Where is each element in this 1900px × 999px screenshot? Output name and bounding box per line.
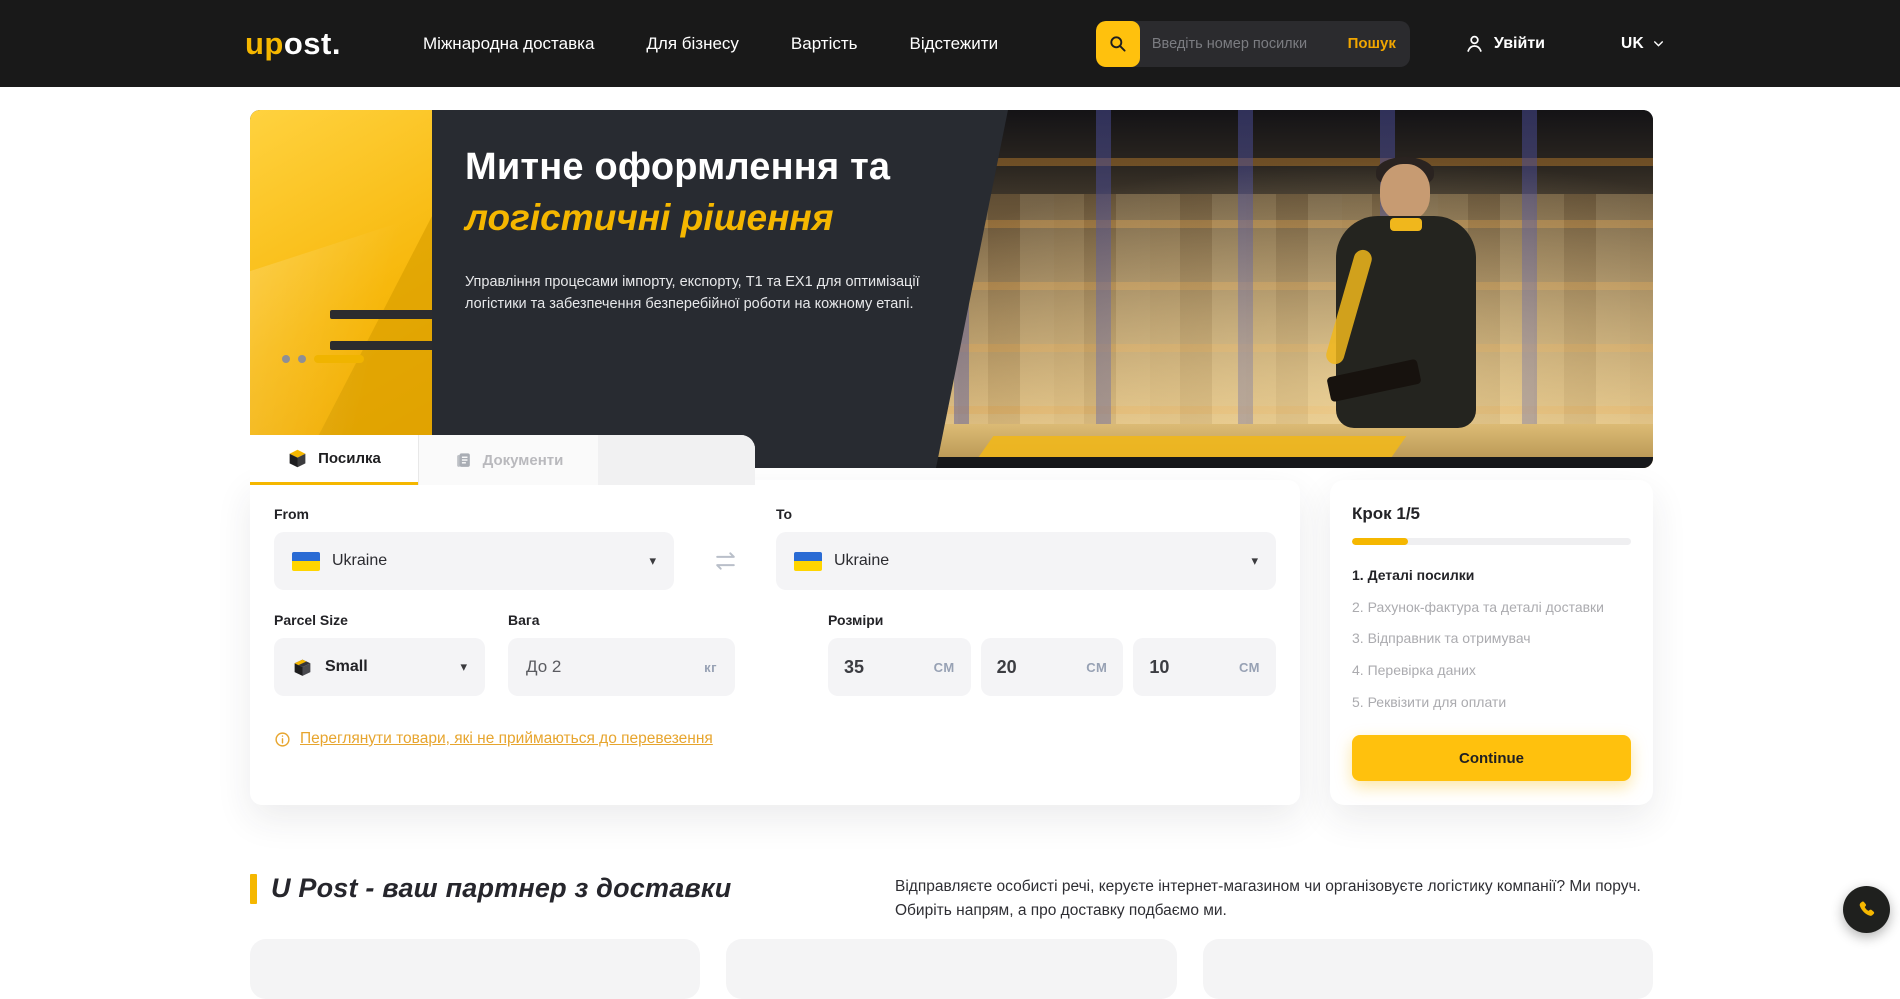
- restricted-items-link-row: Переглянути товари, які не приймаються д…: [274, 730, 713, 748]
- warehouse-worker-figure: [1310, 162, 1510, 462]
- hero-banner: Митне оформлення та логістичні рішення У…: [250, 110, 1653, 468]
- parcel-size-value: Small: [325, 658, 368, 676]
- weight-field: кг: [508, 638, 735, 696]
- about-description: Відправляєте особисті речі, керуєте інте…: [895, 875, 1653, 923]
- tracking-number-input[interactable]: [1140, 36, 1348, 52]
- about-section: U Post - ваш партнер з доставки Відправл…: [250, 873, 1653, 923]
- call-button[interactable]: [1843, 886, 1890, 933]
- steps-card: Крок 1/5 1. Деталі посилки 2. Рахунок-фа…: [1330, 480, 1653, 805]
- dimension-unit: СМ: [934, 660, 955, 675]
- search-button[interactable]: [1096, 21, 1140, 67]
- direction-card-1[interactable]: [250, 939, 700, 999]
- direction-card-2[interactable]: [726, 939, 1176, 999]
- nav-track[interactable]: Відстежити: [910, 34, 999, 54]
- swap-directions-icon[interactable]: [712, 550, 739, 572]
- parcel-size-label: Parcel Size: [274, 612, 485, 628]
- continue-button[interactable]: Continue: [1352, 735, 1631, 781]
- hero-description: Управління процесами імпорту, експорту, …: [465, 271, 973, 316]
- to-country-value: Ukraine: [834, 552, 889, 570]
- parcel-size-select[interactable]: Small ▾: [274, 638, 485, 696]
- step-item-2: 2. Рахунок-фактура та деталі доставки: [1352, 597, 1631, 619]
- caret-down-icon: ▾: [1251, 553, 1258, 569]
- dimension-width-input[interactable]: [997, 657, 1049, 678]
- nav-for-business[interactable]: Для бізнесу: [646, 34, 739, 54]
- tab-parcel[interactable]: Посилка: [250, 435, 418, 485]
- language-label: UK: [1621, 35, 1644, 53]
- tracking-search-bar: Пошук: [1096, 21, 1410, 67]
- step-progress-fill: [1352, 538, 1408, 545]
- dimensions-label: Розміри: [828, 612, 1276, 628]
- to-label: To: [776, 506, 1276, 522]
- carousel-dot-2[interactable]: [298, 355, 306, 363]
- caret-down-icon: ▾: [460, 659, 467, 675]
- main-nav: Міжнародна доставка Для бізнесу Вартість…: [423, 34, 998, 54]
- hero-package-graphic: [250, 110, 435, 468]
- from-country-value: Ukraine: [332, 552, 387, 570]
- from-country-select[interactable]: Ukraine ▾: [274, 532, 674, 590]
- carousel-dot-1[interactable]: [282, 355, 290, 363]
- direction-card-3[interactable]: [1203, 939, 1653, 999]
- top-navigation: upost. Міжнародна доставка Для бізнесу В…: [0, 0, 1900, 87]
- box-size-icon: [292, 657, 313, 678]
- hero-content: Митне оформлення та логістичні рішення У…: [465, 146, 1005, 316]
- dimension-unit: СМ: [1086, 660, 1107, 675]
- login-label: Увійти: [1494, 35, 1545, 53]
- step-item-5: 5. Реквізити для оплати: [1352, 692, 1631, 714]
- logo[interactable]: upost.: [245, 26, 341, 62]
- carousel-indicators: [282, 355, 364, 363]
- restricted-items-link[interactable]: Переглянути товари, які не приймаються д…: [300, 730, 713, 748]
- step-item-3: 3. Відправник та отримувач: [1352, 628, 1631, 650]
- carousel-dot-3-active[interactable]: [314, 355, 364, 363]
- info-icon: [274, 731, 291, 748]
- step-item-1: 1. Деталі посилки: [1352, 565, 1631, 587]
- parcel-box-icon: [287, 448, 308, 469]
- dimension-height-input[interactable]: [1149, 657, 1201, 678]
- caret-down-icon: ▾: [649, 553, 656, 569]
- logo-prefix: up: [245, 26, 284, 61]
- dimension-length-input[interactable]: [844, 657, 896, 678]
- document-icon: [454, 451, 473, 470]
- dimension-length-field: СМ: [828, 638, 971, 696]
- tab-documents-label: Документи: [483, 452, 564, 469]
- login-button[interactable]: Увійти: [1464, 33, 1545, 54]
- step-progress-bar: [1352, 538, 1631, 545]
- nav-international-delivery[interactable]: Міжнародна доставка: [423, 34, 594, 54]
- steps-title: Крок 1/5: [1352, 504, 1631, 524]
- dimension-height-field: СМ: [1133, 638, 1276, 696]
- direction-cards-row: [250, 939, 1653, 999]
- weight-label: Вага: [508, 612, 735, 628]
- search-icon: [1108, 34, 1127, 53]
- hero-title-line1: Митне оформлення та: [465, 146, 1005, 189]
- to-country-select[interactable]: Ukraine ▾: [776, 532, 1276, 590]
- search-submit-link[interactable]: Пошук: [1348, 35, 1410, 52]
- title-accent-bar: [250, 874, 257, 904]
- step-item-4: 4. Перевірка даних: [1352, 660, 1631, 682]
- shipment-form-card: From Ukraine ▾ To: [250, 480, 1300, 805]
- hero-title-line2: логістичні рішення: [465, 197, 1005, 239]
- user-icon: [1464, 33, 1485, 54]
- weight-unit: кг: [704, 660, 717, 675]
- tab-documents[interactable]: Документи: [418, 435, 598, 485]
- chevron-down-icon: [1652, 37, 1665, 50]
- nav-pricing[interactable]: Вартість: [791, 34, 858, 54]
- about-title: U Post - ваш партнер з доставки: [271, 873, 732, 904]
- ukraine-flag-icon: [292, 552, 320, 571]
- steps-list: 1. Деталі посилки 2. Рахунок-фактура та …: [1352, 565, 1631, 713]
- language-selector[interactable]: UK: [1621, 35, 1665, 53]
- logo-suffix: ost.: [284, 26, 341, 61]
- shipment-type-tabs: Посилка Документи: [250, 435, 755, 485]
- tab-parcel-label: Посилка: [318, 450, 381, 467]
- from-label: From: [274, 506, 674, 522]
- dimension-unit: СМ: [1239, 660, 1260, 675]
- phone-icon: [1856, 899, 1878, 921]
- weight-input[interactable]: [526, 657, 616, 677]
- dimension-width-field: СМ: [981, 638, 1124, 696]
- ukraine-flag-icon: [794, 552, 822, 571]
